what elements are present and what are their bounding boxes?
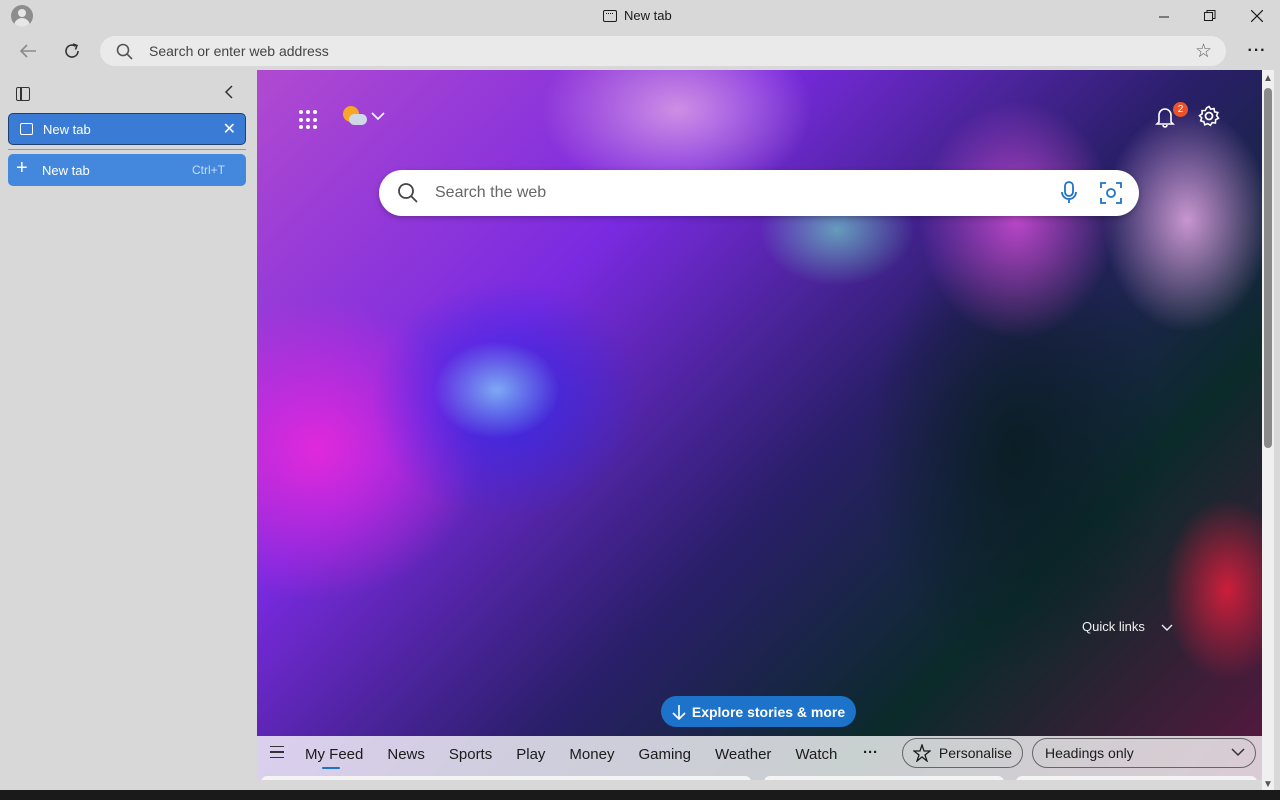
chevron-down-icon [1231,748,1245,757]
tab-item-new-tab[interactable]: New tab ✕ [8,113,246,145]
close-icon [1251,10,1263,22]
vertical-tabs-sidebar: New tab ✕ + New tab Ctrl+T [0,70,257,800]
explore-stories-button[interactable]: Explore stories & more [661,696,856,727]
window-title: New tab [603,8,672,23]
refresh-icon [65,43,79,58]
search-icon [116,43,133,60]
profile-avatar[interactable] [11,5,33,27]
refresh-button[interactable] [57,36,87,66]
collapse-sidebar-icon[interactable] [224,84,234,104]
restore-icon [1204,10,1216,21]
restore-button[interactable] [1187,0,1233,32]
weather-icon[interactable] [341,104,369,132]
window-bottom-edge [0,790,1280,800]
close-tab-icon[interactable]: ✕ [223,119,236,139]
layout-select[interactable]: Headings only [1032,738,1256,768]
tab-my-feed[interactable]: My Feed [305,746,363,769]
chevron-down-icon[interactable] [371,108,385,125]
feed-cards-peek [257,776,1262,780]
tab-icon [603,9,617,22]
personalise-star-icon [912,744,931,762]
personalise-label: Personalise [938,745,1013,761]
tab-money[interactable]: Money [569,746,614,763]
microphone-icon[interactable] [1059,181,1079,205]
feed-card[interactable] [261,776,751,780]
settings-gear-icon[interactable] [1198,105,1220,133]
close-window-button[interactable] [1234,0,1280,32]
tab-label: New tab [43,121,91,137]
page-scrollbar[interactable]: ▲ ▼ [1262,70,1274,790]
notifications-bell-icon[interactable] [1155,106,1175,134]
back-button[interactable] [13,36,43,66]
address-bar[interactable]: Search or enter web address ☆ [100,36,1226,66]
tab-favicon-icon [20,123,33,135]
feed-card[interactable] [764,776,1004,780]
visual-search-icon[interactable] [1099,181,1123,205]
quick-links-toggle[interactable]: Quick links [1082,619,1173,634]
personalise-button[interactable]: Personalise [902,738,1023,768]
notification-badge: 2 [1173,102,1188,117]
web-search-box[interactable]: Search the web [379,170,1139,216]
feed-tabs: My Feed News Sports Play Money Gaming We… [305,746,837,769]
browser-toolbar: Search or enter web address ☆ ··· [0,32,1280,70]
back-arrow-icon [19,44,36,58]
more-menu-button[interactable]: ··· [1242,36,1272,66]
tab-gaming[interactable]: Gaming [638,746,691,763]
minimize-button[interactable] [1141,0,1187,32]
explore-label: Explore stories & more [691,703,846,720]
new-tab-shortcut: Ctrl+T [192,163,225,177]
scroll-up-icon[interactable]: ▲ [1263,73,1273,84]
search-placeholder: Search the web [435,184,547,201]
quick-links-label: Quick links [1082,619,1145,634]
feed-navigation-bar: My Feed News Sports Play Money Gaming We… [257,736,1262,780]
apps-launcher-icon[interactable] [299,110,319,130]
window-title-text: New tab [624,8,672,23]
hamburger-menu-icon[interactable] [270,746,284,758]
new-tab-label: New tab [42,162,90,178]
scroll-down-icon[interactable]: ▼ [1263,779,1273,790]
feed-card[interactable] [1016,776,1257,780]
star-icon[interactable]: ☆ [1195,40,1212,63]
arrow-down-icon [672,704,686,720]
more-feed-tabs-button[interactable]: ··· [863,744,878,761]
new-tab-page: 2 Search the web Quick links Explore sto… [257,70,1262,780]
layout-select-value: Headings only [1045,745,1134,761]
minimize-icon [1158,16,1169,17]
tab-weather[interactable]: Weather [715,746,771,763]
title-bar: New tab [0,0,1280,32]
chevron-down-icon [1161,624,1173,631]
new-tab-button[interactable]: + New tab Ctrl+T [8,154,246,186]
tab-watch[interactable]: Watch [795,746,837,763]
address-placeholder: Search or enter web address [149,43,329,59]
search-icon [398,183,418,203]
scrollbar-thumb[interactable] [1264,88,1272,448]
sidebar-divider [8,149,246,150]
tab-actions-icon[interactable] [16,87,30,101]
tab-play[interactable]: Play [516,746,545,763]
tab-sports[interactable]: Sports [449,746,492,763]
tab-news[interactable]: News [387,746,425,763]
plus-icon: + [16,157,28,179]
